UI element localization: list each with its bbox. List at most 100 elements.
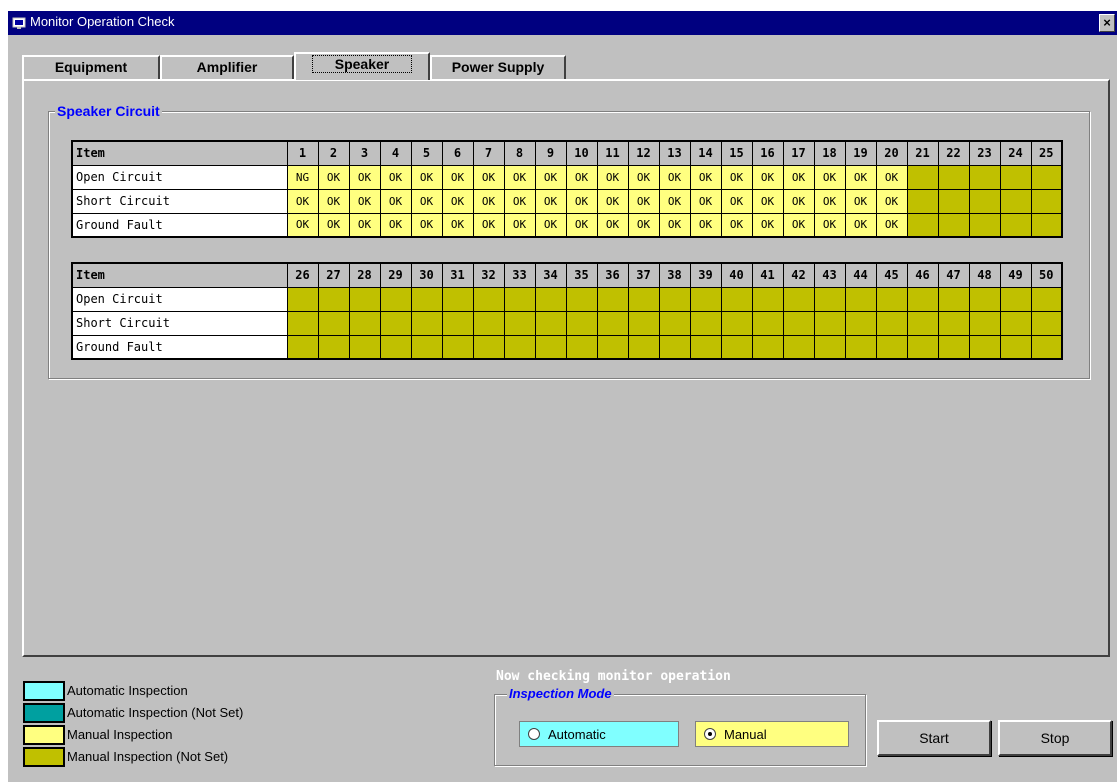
result-cell[interactable]: OK (348, 164, 381, 190)
result-cell[interactable]: OK (565, 212, 598, 238)
result-cell[interactable] (286, 310, 319, 336)
result-cell[interactable] (999, 188, 1032, 214)
result-cell[interactable] (317, 334, 350, 360)
result-cell[interactable] (286, 334, 319, 360)
result-cell[interactable]: OK (813, 164, 846, 190)
result-cell[interactable] (751, 286, 784, 312)
result-cell[interactable] (565, 310, 598, 336)
result-cell[interactable] (472, 310, 505, 336)
result-cell[interactable]: OK (534, 212, 567, 238)
result-cell[interactable] (348, 334, 381, 360)
result-cell[interactable] (410, 310, 443, 336)
result-cell[interactable]: OK (565, 164, 598, 190)
result-cell[interactable] (844, 334, 877, 360)
result-cell[interactable]: OK (472, 188, 505, 214)
result-cell[interactable]: OK (844, 188, 877, 214)
result-cell[interactable] (782, 286, 815, 312)
result-cell[interactable] (968, 164, 1001, 190)
result-cell[interactable] (379, 310, 412, 336)
result-cell[interactable]: OK (751, 212, 784, 238)
result-cell[interactable]: OK (689, 212, 722, 238)
result-cell[interactable]: OK (379, 164, 412, 190)
result-cell[interactable] (410, 334, 443, 360)
result-cell[interactable] (627, 310, 660, 336)
result-cell[interactable] (782, 310, 815, 336)
result-cell[interactable]: OK (844, 212, 877, 238)
result-cell[interactable]: OK (286, 212, 319, 238)
result-cell[interactable]: OK (565, 188, 598, 214)
result-cell[interactable]: OK (689, 164, 722, 190)
result-cell[interactable]: OK (782, 212, 815, 238)
result-cell[interactable] (875, 286, 908, 312)
result-cell[interactable] (937, 188, 970, 214)
tab-speaker[interactable]: Speaker (294, 52, 430, 80)
result-cell[interactable] (658, 310, 691, 336)
result-cell[interactable]: OK (875, 212, 908, 238)
result-cell[interactable]: OK (689, 188, 722, 214)
close-button[interactable]: × (1099, 14, 1115, 32)
result-cell[interactable]: OK (813, 212, 846, 238)
result-cell[interactable] (906, 164, 939, 190)
result-cell[interactable]: OK (534, 188, 567, 214)
result-cell[interactable] (503, 286, 536, 312)
result-cell[interactable] (999, 310, 1032, 336)
result-cell[interactable] (751, 334, 784, 360)
result-cell[interactable] (348, 310, 381, 336)
result-cell[interactable]: OK (534, 164, 567, 190)
result-cell[interactable] (441, 310, 474, 336)
result-cell[interactable] (968, 286, 1001, 312)
result-cell[interactable]: OK (844, 164, 877, 190)
result-cell[interactable] (1030, 334, 1063, 360)
result-cell[interactable]: OK (596, 164, 629, 190)
result-cell[interactable] (1030, 188, 1063, 214)
result-cell[interactable] (844, 286, 877, 312)
result-cell[interactable] (720, 286, 753, 312)
tab-amplifier[interactable]: Amplifier (160, 55, 294, 79)
result-cell[interactable] (937, 334, 970, 360)
result-cell[interactable] (999, 212, 1032, 238)
result-cell[interactable] (906, 212, 939, 238)
result-cell[interactable] (906, 188, 939, 214)
result-cell[interactable] (534, 286, 567, 312)
result-cell[interactable]: OK (286, 188, 319, 214)
result-cell[interactable] (317, 286, 350, 312)
result-cell[interactable] (441, 334, 474, 360)
result-cell[interactable] (937, 164, 970, 190)
result-cell[interactable] (968, 188, 1001, 214)
result-cell[interactable] (689, 334, 722, 360)
result-cell[interactable] (968, 334, 1001, 360)
result-cell[interactable] (379, 286, 412, 312)
result-cell[interactable]: OK (627, 188, 660, 214)
result-cell[interactable] (596, 310, 629, 336)
result-cell[interactable]: OK (596, 188, 629, 214)
result-cell[interactable] (999, 286, 1032, 312)
result-cell[interactable] (534, 310, 567, 336)
result-cell[interactable] (410, 286, 443, 312)
result-cell[interactable] (875, 334, 908, 360)
result-cell[interactable]: OK (441, 212, 474, 238)
result-cell[interactable] (503, 310, 536, 336)
result-cell[interactable] (565, 334, 598, 360)
result-cell[interactable]: OK (379, 212, 412, 238)
result-cell[interactable] (906, 334, 939, 360)
result-cell[interactable]: OK (503, 188, 536, 214)
result-cell[interactable] (937, 212, 970, 238)
result-cell[interactable]: OK (317, 164, 350, 190)
result-cell[interactable] (937, 310, 970, 336)
result-cell[interactable] (1030, 286, 1063, 312)
result-cell[interactable]: OK (875, 164, 908, 190)
result-cell[interactable]: OK (751, 164, 784, 190)
result-cell[interactable] (720, 310, 753, 336)
result-cell[interactable]: OK (441, 164, 474, 190)
result-cell[interactable]: OK (472, 164, 505, 190)
manual-radio[interactable]: Manual (695, 721, 849, 747)
result-cell[interactable] (689, 310, 722, 336)
result-cell[interactable] (875, 310, 908, 336)
result-cell[interactable] (999, 164, 1032, 190)
result-cell[interactable] (658, 286, 691, 312)
result-cell[interactable]: OK (441, 188, 474, 214)
result-cell[interactable]: OK (317, 212, 350, 238)
result-cell[interactable]: OK (782, 164, 815, 190)
result-cell[interactable] (348, 286, 381, 312)
result-cell[interactable] (596, 286, 629, 312)
